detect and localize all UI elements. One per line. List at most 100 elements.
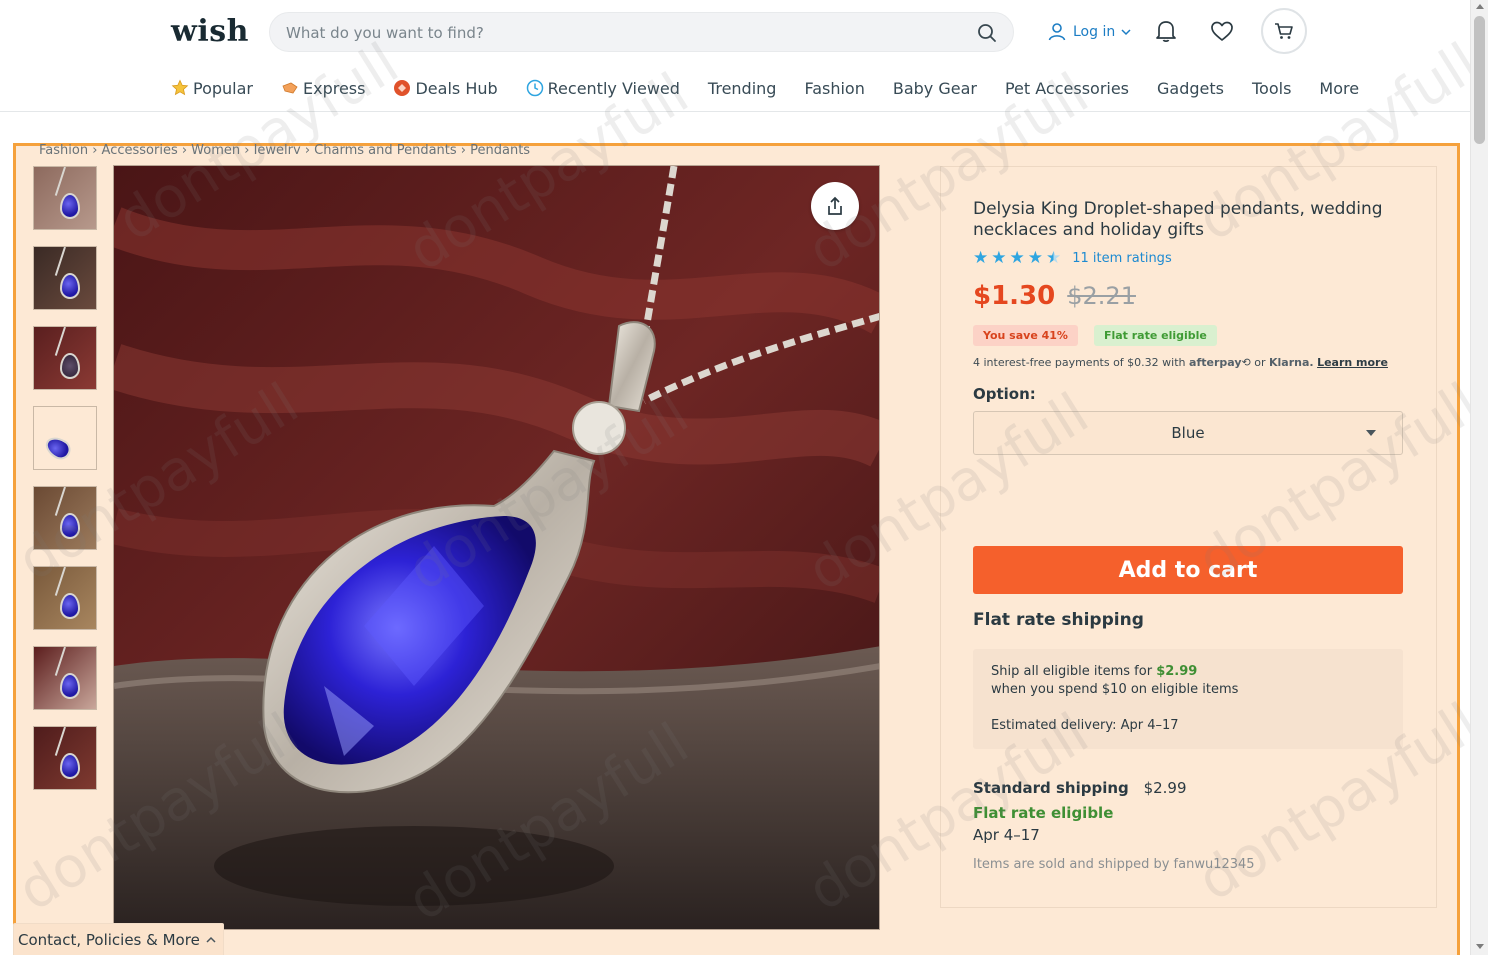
or-text: or: [1254, 356, 1266, 369]
current-price: $1.30: [973, 281, 1056, 311]
afterpay-logo: afterpay: [1189, 356, 1242, 369]
share-button[interactable]: [811, 182, 859, 230]
chevron-up-icon: [206, 936, 216, 943]
option-label: Option:: [973, 385, 1036, 403]
option-select[interactable]: Blue: [973, 411, 1403, 455]
pendant-photo: [114, 166, 879, 929]
login-label[interactable]: Log in: [1073, 24, 1115, 40]
product-rating[interactable]: ★ ★ ★ ★ ★ 11 item ratings: [973, 249, 1172, 267]
nav-item-express[interactable]: Express: [281, 79, 365, 98]
nav-item-baby-gear[interactable]: Baby Gear: [893, 79, 977, 98]
standard-shipping-dates: Apr 4–17: [973, 826, 1040, 844]
nav-label: Recently Viewed: [547, 78, 680, 98]
product-main-image[interactable]: [113, 165, 880, 930]
nav-label: Fashion: [804, 78, 865, 98]
scroll-up-arrow-icon[interactable]: [1476, 4, 1484, 9]
breadcrumb[interactable]: Fashion › Accessories › Women › Jewelry …: [39, 140, 530, 154]
half-star-icon: ★: [1046, 248, 1062, 268]
site-header: wish Log in: [0, 0, 1470, 112]
scroll-down-arrow-icon[interactable]: [1476, 944, 1484, 949]
product-thumbnail[interactable]: [33, 326, 97, 390]
nav-item-pet-accessories[interactable]: Pet Accessories: [1005, 79, 1129, 98]
flat-rate-title: Flat rate shipping: [973, 610, 1144, 630]
star-icon: ★: [1027, 248, 1043, 268]
nav-label: More: [1319, 78, 1360, 98]
product-info-panel: Delysia King Droplet-shaped pendants, we…: [940, 166, 1437, 908]
flat-rate-line2: when you spend $10 on eligible items: [991, 682, 1239, 697]
klarna-logo: Klarna.: [1268, 356, 1314, 369]
product-thumbnail[interactable]: [33, 406, 97, 470]
nav-label: Popular: [193, 78, 253, 98]
nav-label: Express: [303, 78, 366, 98]
afterpay-icon: ⟲: [1241, 356, 1251, 369]
nav-label: Deals Hub: [415, 78, 498, 98]
flat-rate-prefix: Ship all eligible items for: [991, 664, 1153, 679]
nav-label: Trending: [707, 78, 777, 98]
nav-label: Gadgets: [1157, 78, 1224, 98]
login-menu[interactable]: Log in: [1047, 20, 1131, 44]
standard-shipping-price: $2.99: [1143, 779, 1187, 797]
chevron-down-icon: [1121, 29, 1131, 36]
estimated-delivery: Estimated delivery: Apr 4–17: [991, 718, 1179, 733]
search-input[interactable]: [286, 22, 946, 44]
nav-item-tools[interactable]: Tools: [1252, 79, 1291, 98]
page: wish Log in: [0, 0, 1488, 955]
product-thumbnail[interactable]: [33, 246, 97, 310]
product-thumbnail[interactable]: [33, 486, 97, 550]
flat-rate-line1: Ship all eligible items for $2.99: [991, 664, 1197, 679]
cart-button[interactable]: [1261, 8, 1307, 54]
flat-rate-eligible-text: Flat rate eligible: [973, 804, 1114, 822]
heart-icon[interactable]: [1209, 18, 1235, 44]
nav-item-popular[interactable]: Popular: [171, 79, 253, 98]
footer-toggle-label: Contact, Policies & More: [18, 930, 200, 949]
cart-icon: [1275, 23, 1293, 39]
learn-more-link[interactable]: Learn more: [1317, 356, 1388, 369]
nav-item-recently-viewed[interactable]: Recently Viewed: [526, 79, 680, 98]
search-icon[interactable]: [977, 23, 997, 43]
nav-label: Tools: [1251, 78, 1292, 98]
flat-rate-badge: Flat rate eligible: [1093, 325, 1217, 346]
express-icon: [282, 82, 298, 94]
footer-toggle[interactable]: Contact, Policies & More: [13, 923, 224, 955]
standard-shipping-label: Standard shipping: [973, 779, 1129, 797]
scrollbar-thumb[interactable]: [1474, 16, 1485, 144]
nav-item-fashion[interactable]: Fashion: [804, 79, 864, 98]
nav-item-trending[interactable]: Trending: [708, 79, 777, 98]
rating-count[interactable]: 11 item ratings: [1072, 251, 1171, 266]
nav-label: Baby Gear: [892, 78, 977, 98]
deals-icon: [394, 80, 411, 96]
badges: You save 41% Flat rate eligible: [973, 325, 1217, 346]
star-icon: [171, 79, 189, 96]
installments-text: 4 interest-free payments of $0.32 with: [973, 356, 1186, 369]
option-value: Blue: [1171, 424, 1205, 442]
price-block: $1.30 $2.21: [973, 281, 1136, 311]
star-icon: ★: [973, 248, 989, 268]
product-thumbnail[interactable]: [33, 566, 97, 630]
clock-icon: [526, 79, 543, 97]
share-icon: [828, 196, 842, 215]
star-icon: ★: [991, 248, 1007, 268]
bell-icon[interactable]: [1153, 18, 1179, 44]
installments-info: 4 interest-free payments of $0.32 with a…: [973, 356, 1388, 369]
product-thumbnail[interactable]: [33, 726, 97, 790]
star-icon: ★: [1009, 248, 1025, 268]
wish-logo[interactable]: wish: [171, 14, 249, 49]
nav-item-more[interactable]: More: [1319, 79, 1359, 98]
nav-label: Pet Accessories: [1004, 78, 1130, 98]
product-thumbnail[interactable]: [33, 646, 97, 710]
thumbnail-list: [33, 166, 99, 806]
savings-badge: You save 41%: [973, 325, 1078, 346]
seller-info: Items are sold and shipped by fanwu12345: [973, 857, 1255, 872]
add-to-cart-button[interactable]: Add to cart: [973, 546, 1403, 594]
flat-rate-amount: $2.99: [1156, 664, 1198, 679]
search-bar[interactable]: [269, 12, 1014, 52]
page-scrollbar[interactable]: [1470, 0, 1488, 955]
product-thumbnail[interactable]: [33, 166, 97, 230]
nav-item-deals-hub[interactable]: Deals Hub: [393, 78, 498, 98]
standard-shipping: Standard shipping $2.99: [973, 779, 1187, 797]
nav-item-gadgets[interactable]: Gadgets: [1157, 79, 1224, 98]
caret-down-icon: [1366, 430, 1376, 436]
product-section: Fashion › Accessories › Women › Jewelry …: [13, 143, 1460, 955]
user-icon: [1048, 23, 1066, 41]
product-title: Delysia King Droplet-shaped pendants, we…: [973, 199, 1383, 240]
